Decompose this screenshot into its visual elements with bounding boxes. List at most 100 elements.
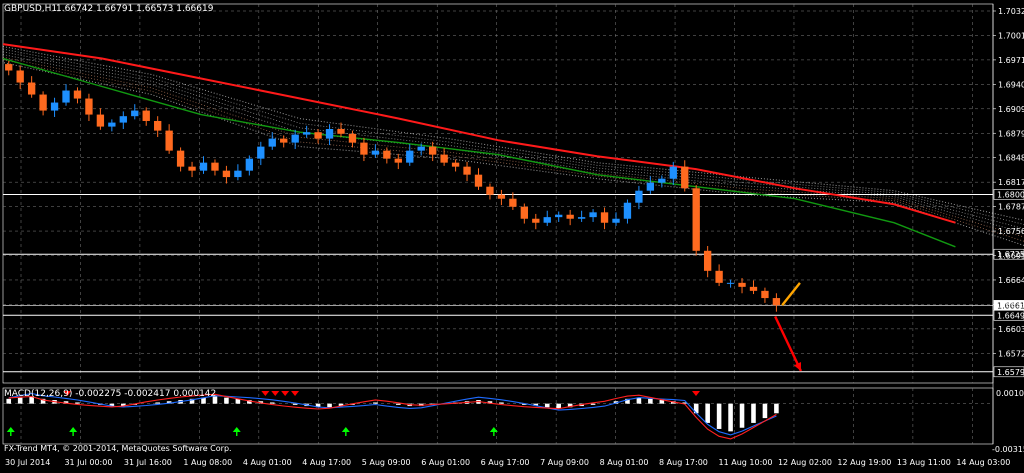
candle-body[interactable]	[486, 186, 494, 195]
candle-body[interactable]	[681, 166, 689, 189]
candle-body[interactable]	[646, 182, 655, 191]
candle-body[interactable]	[623, 202, 632, 219]
price-tick-label: 1.68175	[998, 178, 1024, 187]
time-tick-label: 8 Aug 17:00	[659, 458, 708, 467]
candle-body[interactable]	[703, 250, 712, 271]
candle-body[interactable]	[566, 214, 574, 219]
time-tick-label: 1 Aug 08:00	[183, 458, 232, 467]
candle-body[interactable]	[85, 98, 93, 115]
macd-axis-bottom: -0.003151	[992, 445, 1024, 454]
candle-body[interactable]	[726, 282, 735, 284]
candle-body[interactable]	[394, 158, 402, 163]
time-tick-label: 12 Aug 19:00	[837, 458, 891, 467]
candle-body[interactable]	[600, 212, 609, 223]
candle-body[interactable]	[211, 162, 219, 171]
candle-body[interactable]	[16, 70, 24, 83]
candle-body[interactable]	[692, 188, 700, 251]
price-tick-label: 1.69710	[998, 56, 1024, 65]
candle-body[interactable]	[257, 146, 265, 159]
candle-body[interactable]	[188, 166, 196, 171]
candle-body[interactable]	[520, 206, 528, 219]
candle-body[interactable]	[429, 146, 437, 155]
price-tick-label: 1.68480	[998, 154, 1024, 163]
candle-body[interactable]	[302, 132, 311, 135]
candle-body[interactable]	[268, 138, 276, 147]
candle-body[interactable]	[577, 217, 586, 219]
time-tick-label: 6 Aug 01:00	[421, 458, 470, 467]
time-tick-label: 31 Jul 16:00	[124, 458, 172, 467]
candle-body[interactable]	[417, 146, 425, 151]
time-tick-label: 12 Aug 02:00	[778, 458, 832, 467]
candle-body[interactable]	[154, 120, 162, 131]
candle-body[interactable]	[509, 198, 517, 207]
candle-body[interactable]	[761, 290, 769, 299]
level-price-label: 1.68003	[997, 190, 1024, 199]
candle-body[interactable]	[73, 90, 82, 99]
symbol-timeframe-label: GBPUSD,H1	[4, 4, 57, 14]
candle-body[interactable]	[142, 110, 150, 121]
candle-body[interactable]	[96, 114, 105, 127]
candle-body[interactable]	[39, 94, 47, 111]
price-tick-label: 1.67560	[998, 227, 1024, 236]
candle-body[interactable]	[325, 128, 334, 139]
candle-body[interactable]	[474, 174, 483, 187]
candle-body[interactable]	[406, 150, 414, 163]
candle-body[interactable]	[555, 214, 563, 218]
price-tick-label: 1.67870	[998, 203, 1024, 212]
candle-body[interactable]	[119, 116, 127, 123]
candle-body[interactable]	[314, 132, 322, 139]
candle-body[interactable]	[371, 150, 380, 155]
time-tick-label: 31 Jul 00:00	[64, 458, 112, 467]
level-price-label: 1.65790	[997, 368, 1024, 377]
candle-body[interactable]	[463, 166, 471, 175]
candle-body[interactable]	[131, 110, 139, 117]
candle-body[interactable]	[27, 82, 36, 95]
candle-body[interactable]	[715, 270, 723, 283]
candle-body[interactable]	[245, 158, 254, 171]
candle-body[interactable]	[383, 150, 391, 159]
copyright-text: FX-Trend MT4, © 2001-2014, MetaQuotes So…	[4, 444, 232, 453]
candle-body[interactable]	[658, 178, 666, 183]
candle-body[interactable]	[5, 64, 13, 71]
time-tick-label: 4 Aug 01:00	[243, 458, 292, 467]
candle-body[interactable]	[280, 138, 288, 143]
price-tick-label: 1.65725	[998, 349, 1024, 358]
candle-body[interactable]	[749, 286, 758, 291]
candle-body[interactable]	[348, 133, 357, 143]
price-tick-label: 1.66950	[998, 252, 1024, 261]
candle-body[interactable]	[440, 154, 448, 163]
candle-body[interactable]	[451, 162, 460, 167]
candle-body[interactable]	[360, 142, 368, 155]
candle-body[interactable]	[669, 166, 677, 179]
candle-body[interactable]	[50, 102, 59, 111]
time-tick-label: 5 Aug 09:00	[362, 458, 411, 467]
candle-body[interactable]	[635, 190, 643, 203]
price-tick-label: 1.68790	[998, 129, 1024, 138]
candle-body[interactable]	[62, 90, 70, 103]
price-tick-label: 1.69095	[998, 105, 1024, 114]
candle-body[interactable]	[589, 212, 597, 218]
level-price-label: 1.66495	[997, 311, 1024, 320]
candle-body[interactable]	[291, 134, 299, 143]
time-tick-label: 11 Aug 10:00	[719, 458, 773, 467]
candle-body[interactable]	[543, 217, 551, 223]
candle-body[interactable]	[199, 162, 208, 171]
candle-body[interactable]	[234, 170, 242, 178]
macd-axis-top: 0.00104	[996, 389, 1024, 398]
candle-body[interactable]	[165, 130, 173, 151]
candle-body[interactable]	[337, 128, 345, 134]
time-tick-label: 14 Aug 03:00	[956, 458, 1010, 467]
price-tick-label: 1.66640	[998, 276, 1024, 285]
candle-body[interactable]	[497, 194, 506, 199]
candle-body[interactable]	[772, 298, 781, 306]
trading-chart[interactable]: 1.680031.672571.666191.664951.65790 1.70…	[0, 0, 1024, 469]
candle-body[interactable]	[738, 282, 746, 287]
time-tick-label: 7 Aug 09:00	[540, 458, 589, 467]
candle-body[interactable]	[222, 170, 231, 178]
candle-body[interactable]	[108, 122, 116, 127]
candle-body[interactable]	[612, 218, 620, 223]
candle-body[interactable]	[176, 150, 185, 167]
time-tick-label: 6 Aug 17:00	[481, 458, 530, 467]
chart-window[interactable]: 1.680031.672571.666191.664951.65790 1.70…	[0, 0, 1024, 469]
candle-body[interactable]	[532, 218, 540, 223]
